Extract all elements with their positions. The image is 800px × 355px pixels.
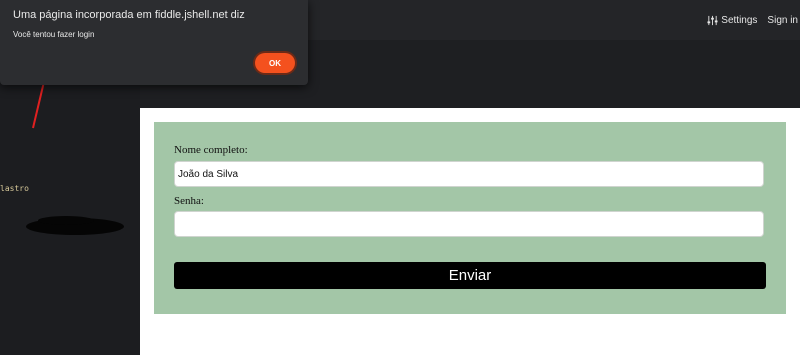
ok-button[interactable]: OK (255, 53, 295, 73)
alert-message: Você tentou fazer login (13, 30, 95, 39)
alert-title: Uma página incorporada em fiddle.jshell.… (13, 9, 245, 21)
alert-dialog: Uma página incorporada em fiddle.jshell.… (0, 0, 308, 85)
